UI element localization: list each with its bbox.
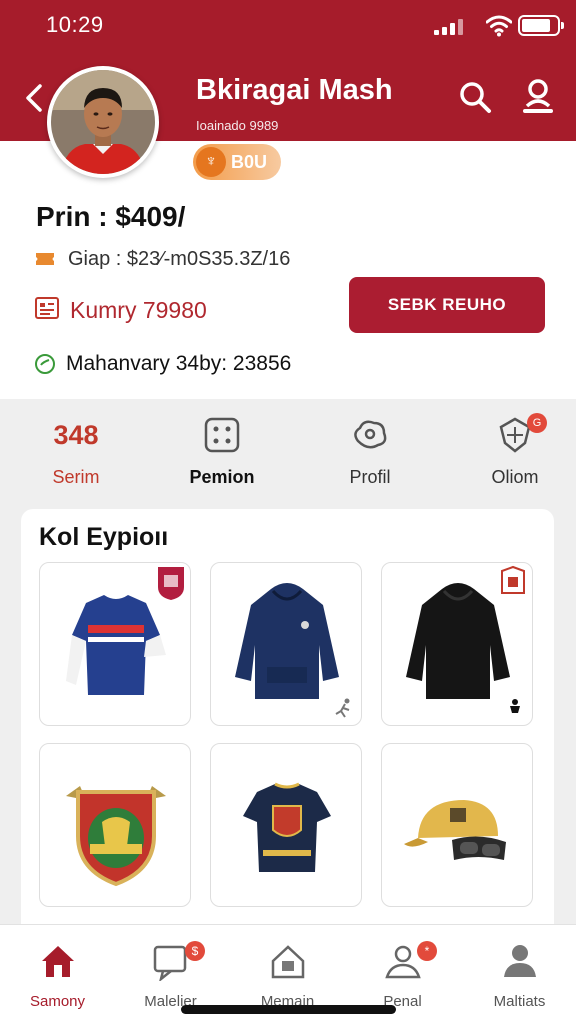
dice-icon xyxy=(204,417,240,453)
notification-badge: * xyxy=(417,941,437,961)
profile-name: Bkiragai Mash xyxy=(196,74,393,106)
stat-label: Profil xyxy=(349,467,391,487)
cap-goggles-image xyxy=(404,800,506,860)
battery-icon xyxy=(518,15,564,36)
stat-value: 348 xyxy=(53,420,99,450)
nav-label: Maltiats xyxy=(493,993,546,1010)
club-crest-icon xyxy=(158,567,184,600)
panel-title: Kol Eypioıı xyxy=(39,523,169,551)
stat-label: Pemion xyxy=(189,467,255,487)
stat-label: Oliom xyxy=(491,467,539,487)
detail-line: Giap : $23⁄-m0S35.3Z/16 xyxy=(68,248,291,270)
product-panel: Kol Eypioıı xyxy=(21,509,554,949)
level-badge[interactable]: ♆ B0U xyxy=(193,144,281,180)
home-icon xyxy=(41,946,74,977)
profile-subtitle: Ioainado 9989 xyxy=(196,118,279,133)
house-icon xyxy=(271,945,304,979)
back-icon[interactable] xyxy=(20,80,48,116)
stat-profil[interactable]: Profil xyxy=(298,415,442,488)
stat-label: Serim xyxy=(52,467,100,487)
nav-item-penal[interactable]: * Penal xyxy=(345,941,460,1010)
stat-oliom[interactable]: G Oliom xyxy=(443,413,576,488)
stat-serim[interactable]: 348 Serim xyxy=(4,415,148,488)
crest-badge-image xyxy=(66,786,166,887)
stat-pemion[interactable]: Pemion xyxy=(150,415,294,488)
product-card-cap[interactable] xyxy=(381,743,533,907)
stats-row: 348 Serim Pemion Profil G Oliom xyxy=(0,399,576,509)
tshirt-image xyxy=(243,782,331,872)
navy-hoodie-image xyxy=(235,583,339,699)
ticket-icon xyxy=(36,253,54,265)
club-crest-icon xyxy=(501,565,525,594)
wifi-icon xyxy=(486,15,512,37)
level-badge-label: B0U xyxy=(231,152,268,172)
signal-icon xyxy=(434,17,466,35)
product-card-black-hoodie[interactable] xyxy=(381,562,533,726)
product-card-crest[interactable] xyxy=(39,743,191,907)
avatar-photo xyxy=(51,70,155,174)
search-icon[interactable] xyxy=(458,80,492,114)
notification-badge: $ xyxy=(185,941,205,961)
status-time: 10:29 xyxy=(46,12,104,37)
profile-icon xyxy=(503,945,536,977)
check-circle-icon xyxy=(35,354,55,374)
notification-badge: G xyxy=(527,413,547,433)
coin-icon: ♆ xyxy=(196,147,226,177)
id-card-icon xyxy=(35,297,59,319)
product-card-navy-hoodie[interactable] xyxy=(210,562,362,726)
member-number: Kumry 79980 xyxy=(70,297,207,323)
status-bar: 10:29 xyxy=(0,0,576,52)
player-icon xyxy=(510,699,520,713)
home-indicator[interactable] xyxy=(181,1005,396,1014)
user-icon[interactable] xyxy=(521,78,555,114)
summary-line: Mahanvary 34by: 23856 xyxy=(66,352,292,375)
primary-action-button[interactable]: SEBK REUHO xyxy=(349,277,545,333)
product-card-jersey[interactable] xyxy=(39,562,191,726)
nav-item-memain[interactable]: Memain xyxy=(230,941,345,1010)
product-card-tshirt[interactable] xyxy=(210,743,362,907)
info-section: ♆ B0U Prin : $409/ Giap : $23⁄-m0S35.3Z/… xyxy=(0,141,576,399)
blob-icon xyxy=(354,420,387,449)
nav-item-malelier[interactable]: $ Malelier xyxy=(113,941,228,1010)
price-text: Prin : $409/ xyxy=(36,201,186,232)
nav-label: Samony xyxy=(29,993,86,1010)
nav-item-samony[interactable]: Samony xyxy=(0,941,115,1010)
runner-icon xyxy=(335,698,350,718)
avatar[interactable] xyxy=(47,66,159,178)
nav-item-maltiats[interactable]: Maltiats xyxy=(462,941,576,1010)
